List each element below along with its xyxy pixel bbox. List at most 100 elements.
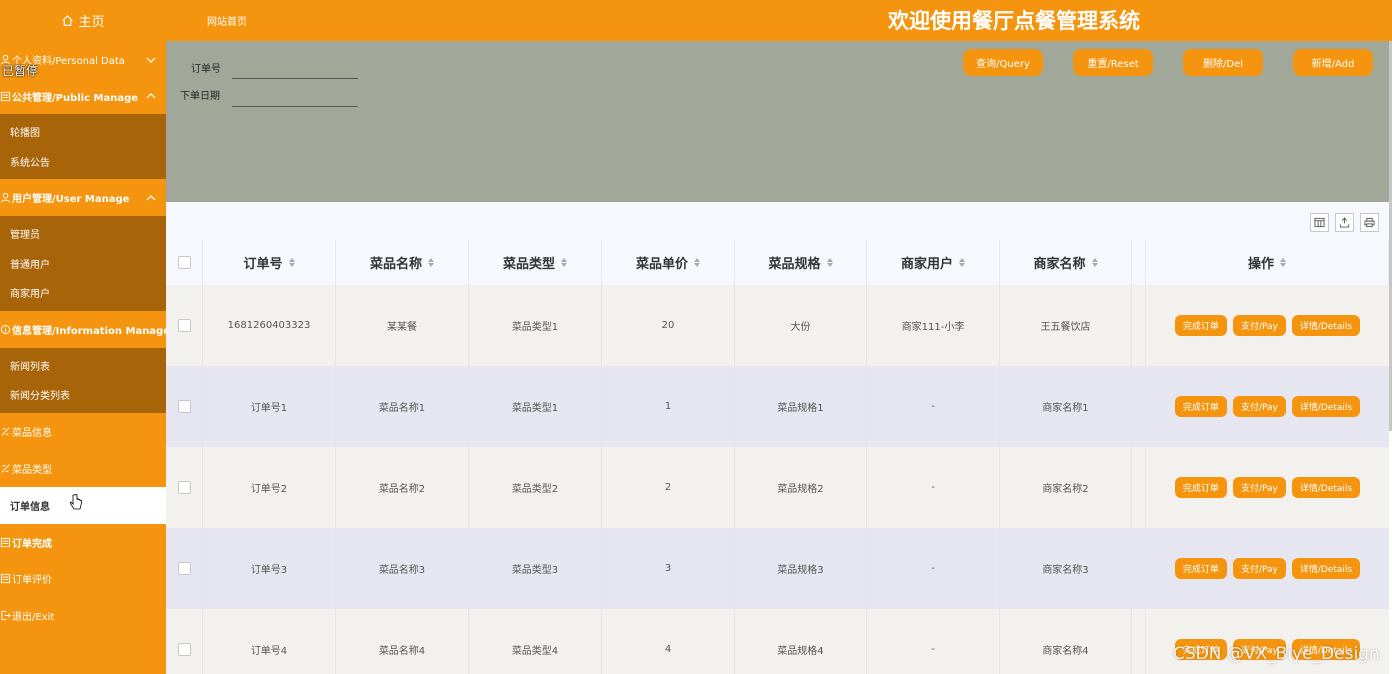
submenu-info: 新闻列表 新闻分类列表 bbox=[0, 347, 166, 413]
sidebar-item-information-manage[interactable]: 信息管理/Information Manage bbox=[0, 311, 166, 348]
sidebar-item-label: 公共管理/Public Manage bbox=[12, 92, 139, 104]
cell-actions: 完成订单 支付/Pay 详情/Details bbox=[1146, 609, 1389, 674]
complete-order-button[interactable]: 完成订单 bbox=[1174, 558, 1227, 579]
cell-dish-type: 菜品类型2 bbox=[469, 447, 602, 528]
pay-button[interactable]: 支付/Pay bbox=[1232, 477, 1286, 498]
sidebar-item-merchant-user[interactable]: 商家用户 bbox=[0, 278, 166, 308]
chevron-down-icon bbox=[146, 57, 156, 63]
site-home-link[interactable]: 网站首页 bbox=[207, 13, 247, 28]
cell-merchant-user: - bbox=[867, 366, 1000, 447]
complete-order-button[interactable]: 完成订单 bbox=[1174, 396, 1227, 417]
details-button[interactable]: 详情/Details bbox=[1291, 558, 1361, 579]
details-button[interactable]: 详情/Details bbox=[1291, 477, 1361, 498]
row-checkbox[interactable] bbox=[177, 319, 191, 332]
header-label: 菜品类型 bbox=[502, 257, 555, 272]
sidebar-item-normal-user[interactable]: 普通用户 bbox=[0, 249, 166, 279]
watermark-text: CSDN @VX_Biye_Design bbox=[1173, 644, 1380, 664]
column-header-dish-name[interactable]: 菜品名称 bbox=[336, 240, 469, 285]
pay-button[interactable]: 支付/Pay bbox=[1232, 315, 1286, 336]
tag-icon bbox=[1, 464, 10, 472]
cell-merchant-name: 商家名称3 bbox=[1000, 528, 1132, 609]
sidebar-item-news-category[interactable]: 新闻分类列表 bbox=[0, 380, 166, 410]
row-checkbox[interactable] bbox=[177, 643, 191, 656]
row-select-cell bbox=[166, 285, 203, 366]
link-icon bbox=[1, 427, 10, 435]
sidebar-item-exit[interactable]: 退出/Exit bbox=[0, 597, 166, 634]
cell-dish-type: 菜品类型4 bbox=[469, 609, 602, 674]
column-header-merchant-name[interactable]: 商家名称 bbox=[1000, 240, 1132, 285]
order-date-input[interactable] bbox=[232, 93, 358, 107]
column-header-merchant-user[interactable]: 商家用户 bbox=[867, 240, 1000, 285]
query-button[interactable]: 查询/Query bbox=[963, 49, 1043, 76]
document-icon bbox=[0, 537, 11, 547]
row-checkbox[interactable] bbox=[177, 481, 191, 494]
column-filter-button[interactable] bbox=[1310, 213, 1329, 232]
sidebar-item-dish-info[interactable]: 菜品信息 bbox=[0, 413, 166, 450]
info-icon bbox=[0, 324, 11, 334]
sidebar-item-order-done[interactable]: 订单完成 bbox=[0, 524, 166, 561]
column-header-order-no[interactable]: 订单号 bbox=[203, 240, 336, 285]
complete-order-button[interactable]: 完成订单 bbox=[1174, 477, 1227, 498]
cell-actions: 完成订单 支付/Pay 详情/Details bbox=[1146, 285, 1389, 366]
sidebar-item-dish-type[interactable]: 菜品类型 bbox=[0, 450, 166, 487]
cell-dish-spec: 菜品规格1 bbox=[735, 366, 867, 447]
export-icon bbox=[1339, 217, 1350, 228]
sidebar-item-news-list[interactable]: 新闻列表 bbox=[0, 351, 166, 381]
details-button[interactable]: 详情/Details bbox=[1291, 396, 1361, 417]
header-label: 菜品单价 bbox=[635, 257, 688, 272]
header-label: 商家用户 bbox=[900, 257, 953, 272]
row-select-cell bbox=[166, 447, 203, 528]
home-link[interactable]: 主页 bbox=[0, 0, 166, 41]
sort-icon bbox=[1280, 258, 1286, 267]
sidebar-item-order-review[interactable]: 订单评价 bbox=[0, 561, 166, 597]
sidebar-item-public-manage[interactable]: 公共管理/Public Manage bbox=[0, 78, 166, 114]
reset-button[interactable]: 重置/Reset bbox=[1073, 49, 1153, 76]
row-checkbox[interactable] bbox=[177, 562, 191, 575]
pay-button[interactable]: 支付/Pay bbox=[1232, 558, 1286, 579]
row-checkbox[interactable] bbox=[177, 400, 191, 413]
order-no-input[interactable] bbox=[232, 65, 358, 79]
header-label: 商家名称 bbox=[1033, 257, 1086, 272]
table-row: 订单号1 菜品名称1 菜品类型1 1 菜品规格1 - 商家名称1 完成订单 支付… bbox=[166, 366, 1389, 447]
cell-merchant-user: - bbox=[867, 447, 1000, 528]
select-all-checkbox[interactable] bbox=[177, 256, 191, 269]
pay-button[interactable]: 支付/Pay bbox=[1232, 396, 1286, 417]
complete-order-button[interactable]: 完成订单 bbox=[1174, 315, 1227, 336]
sort-icon bbox=[694, 258, 700, 267]
sort-icon bbox=[1091, 258, 1098, 267]
paused-overlay-label: 已暂停 bbox=[2, 64, 39, 78]
delete-button[interactable]: 删除/Del bbox=[1183, 49, 1263, 76]
cell-order-no: 1681260403323 bbox=[203, 285, 336, 366]
submenu-public: 轮播图 系统公告 bbox=[0, 114, 166, 179]
cell-gap bbox=[1132, 609, 1146, 674]
cell-order-no: 订单号2 bbox=[203, 447, 336, 528]
details-button[interactable]: 详情/Details bbox=[1291, 315, 1361, 336]
cell-gap bbox=[1132, 447, 1146, 528]
sidebar-item-announcement[interactable]: 系统公告 bbox=[0, 147, 166, 177]
sidebar-item-label: 用户管理/User Manage bbox=[12, 194, 130, 205]
cell-gap bbox=[1132, 285, 1146, 366]
cell-gap bbox=[1132, 366, 1146, 447]
chevron-up-icon bbox=[146, 194, 156, 200]
add-button[interactable]: 新增/Add bbox=[1293, 49, 1373, 76]
home-label: 主页 bbox=[78, 15, 105, 30]
cell-dish-spec: 菜品规格3 bbox=[735, 528, 867, 609]
column-header-dish-spec[interactable]: 菜品规格 bbox=[735, 240, 867, 285]
column-gap bbox=[1132, 240, 1146, 285]
sidebar-item-user-manage[interactable]: 用户管理/User Manage bbox=[0, 179, 166, 216]
export-button[interactable] bbox=[1335, 213, 1354, 232]
cell-dish-name: 菜品名称1 bbox=[336, 366, 469, 447]
user-icon bbox=[0, 192, 11, 203]
sidebar-item-carousel[interactable]: 轮播图 bbox=[0, 117, 166, 147]
document-icon bbox=[0, 573, 11, 584]
print-button[interactable] bbox=[1360, 213, 1379, 232]
top-bar: 主页 网站首页 欢迎使用餐厅点餐管理系统 bbox=[0, 0, 1392, 41]
cell-merchant-name: 王五餐饮店 bbox=[1000, 285, 1132, 366]
sort-icon bbox=[561, 258, 567, 267]
cell-dish-spec: 菜品规格2 bbox=[735, 447, 867, 528]
column-header-dish-price[interactable]: 菜品单价 bbox=[602, 240, 735, 285]
column-header-dish-type[interactable]: 菜品类型 bbox=[469, 240, 602, 285]
cell-order-no: 订单号3 bbox=[203, 528, 336, 609]
column-header-actions[interactable]: 操作 bbox=[1146, 240, 1389, 285]
sidebar-item-admin[interactable]: 管理员 bbox=[0, 219, 166, 249]
